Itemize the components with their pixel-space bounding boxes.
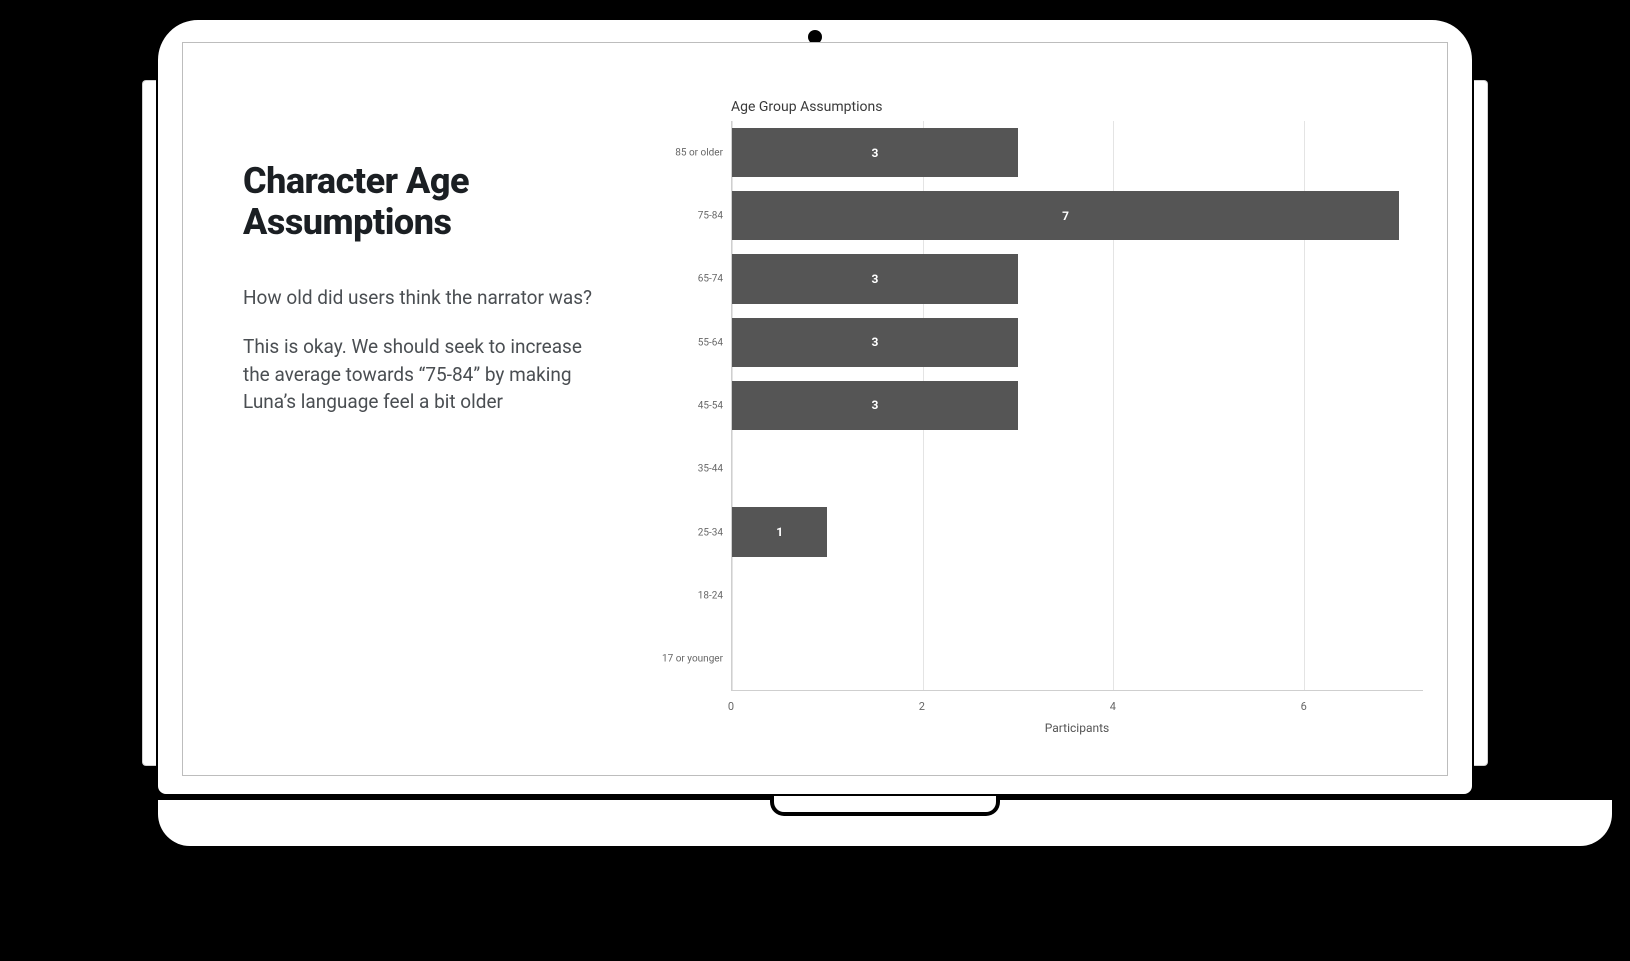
- chart-y-tick: 18-24: [698, 591, 723, 602]
- chart-bar: 3: [732, 318, 1018, 367]
- chart-x-tick: 0: [728, 700, 734, 713]
- chart-y-tick: 65-74: [698, 274, 723, 285]
- chart-plot: 3 7 3 3 3 1: [731, 121, 1423, 691]
- chart-y-tick: 25-34: [698, 527, 723, 538]
- chart-bar-value: 3: [872, 398, 879, 412]
- chart-title: Age Group Assumptions: [633, 99, 1423, 115]
- chart-bar: 3: [732, 128, 1018, 177]
- chart-bar: 1: [732, 507, 827, 556]
- chart-bar: 7: [732, 191, 1399, 240]
- chart-y-axis: 85 or older 75-84 65-74 55-64 45-54 35-44 25-3…: [633, 121, 731, 691]
- slide-title: Character Age Assumptions: [243, 161, 613, 244]
- chart-x-label: Participants: [1045, 721, 1109, 735]
- text-column: Character Age Assumptions How old did us…: [243, 99, 633, 735]
- laptop-base: [150, 800, 1620, 854]
- laptop-frame: Character Age Assumptions How old did us…: [150, 12, 1480, 854]
- slide-canvas: Character Age Assumptions How old did us…: [182, 42, 1448, 776]
- chart-bar-value: 1: [776, 525, 783, 539]
- chart-x-tick: 4: [1110, 700, 1116, 713]
- stage: Character Age Assumptions How old did us…: [0, 0, 1630, 961]
- page-edge-right: [1474, 80, 1488, 766]
- slide: Character Age Assumptions How old did us…: [183, 43, 1447, 775]
- page-edge-left: [142, 80, 156, 766]
- chart-bar-value: 3: [872, 146, 879, 160]
- laptop-screen-frame: Character Age Assumptions How old did us…: [150, 12, 1480, 802]
- chart-x-axis: Participants 0 2 4 6: [731, 697, 1423, 745]
- slide-body: How old did users think the narrator was…: [243, 284, 613, 416]
- touchpad-notch-icon: [770, 796, 1000, 816]
- chart-bar: 3: [732, 381, 1018, 430]
- slide-paragraph: This is okay. We should seek to increase…: [243, 333, 613, 416]
- slide-paragraph: How old did users think the narrator was…: [243, 284, 613, 312]
- chart-bar-value: 3: [872, 335, 879, 349]
- chart-y-tick: 17 or younger: [662, 654, 723, 665]
- chart-x-tick: 2: [919, 700, 925, 713]
- chart-y-tick: 85 or older: [675, 147, 723, 158]
- chart-y-tick: 75-84: [698, 211, 723, 222]
- chart-bar: 3: [732, 254, 1018, 303]
- chart-column: Age Group Assumptions 85 or older75-8465…: [633, 99, 1423, 735]
- chart-y-tick: 55-64: [698, 337, 723, 348]
- chart-plot-area: 85 or older 75-84 65-74 55-64 45-54 35-44 25-3…: [633, 121, 1423, 691]
- chart-x-tick: 6: [1301, 700, 1307, 713]
- chart-bar-value: 3: [872, 272, 879, 286]
- chart-y-tick: 35-44: [698, 464, 723, 475]
- chart-bar-value: 7: [1062, 209, 1069, 223]
- chart-y-tick: 45-54: [698, 401, 723, 412]
